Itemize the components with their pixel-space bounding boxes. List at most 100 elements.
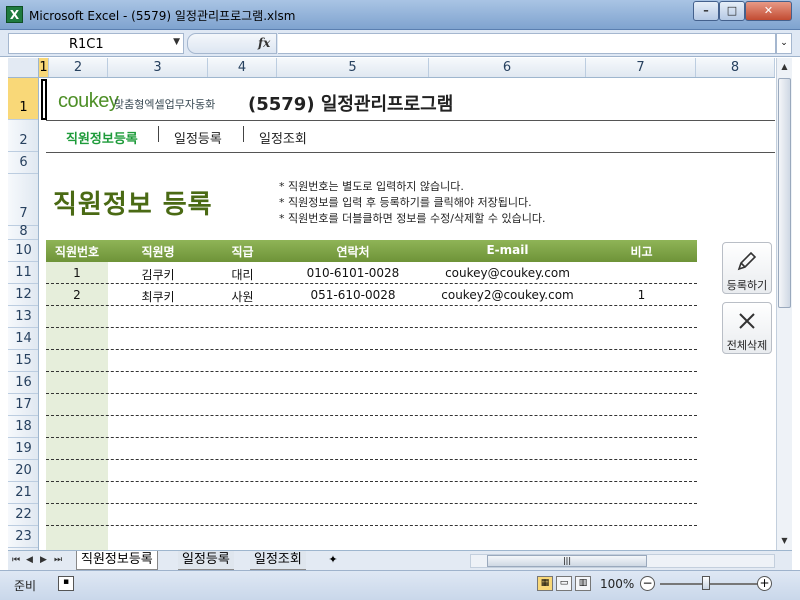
zoom-in-icon[interactable]: +	[757, 576, 772, 591]
insert-sheet-icon[interactable]: ✦	[324, 553, 342, 568]
nav-schedule-register[interactable]: 일정등록	[174, 128, 222, 147]
insert-function-icon[interactable]: fx	[258, 36, 270, 50]
row-header[interactable]: 17	[8, 394, 38, 416]
cell-employee-id[interactable]: 2	[46, 288, 108, 302]
first-sheet-icon[interactable]: ⏮	[12, 555, 20, 565]
horizontal-scrollbar[interactable]: |||	[470, 554, 775, 568]
column-header[interactable]: 2	[49, 58, 108, 77]
select-all-corner[interactable]	[8, 58, 39, 78]
delete-all-button[interactable]: 전체삭제	[722, 302, 772, 354]
empty-table-row[interactable]	[46, 482, 697, 504]
nav-separator	[158, 126, 159, 142]
column-header[interactable]: 6	[429, 58, 586, 77]
row-header[interactable]: 21	[8, 482, 38, 504]
title-bar: X Microsoft Excel - (5579) 일정관리프로그램.xlsm…	[0, 0, 800, 30]
expand-formula-bar-icon[interactable]: ⌄	[776, 33, 792, 54]
empty-table-row[interactable]	[46, 328, 697, 350]
row-header[interactable]: 11	[8, 262, 38, 284]
note-line: * 직원번호를 더블클하면 정보를 수정/삭제할 수 있습니다.	[279, 212, 546, 225]
empty-table-row[interactable]	[46, 372, 697, 394]
last-sheet-icon[interactable]: ⏭	[54, 555, 62, 565]
note-line: * 직원번호는 별도로 입력하지 않습니다.	[279, 180, 464, 193]
cell-employee-name[interactable]: 최쿠키	[108, 288, 208, 305]
scroll-down-icon[interactable]: ▼	[778, 534, 791, 548]
empty-table-row[interactable]	[46, 394, 697, 416]
vertical-scrollbar[interactable]: ▲ ▼	[776, 58, 792, 550]
cell-email[interactable]: coukey@coukey.com	[429, 266, 586, 280]
row-header[interactable]: 13	[8, 306, 38, 328]
page-break-view-icon[interactable]: ▥	[575, 576, 591, 591]
cell-contact[interactable]: 051-610-0028	[277, 288, 429, 302]
minimize-button[interactable]: –	[693, 1, 719, 21]
row-header[interactable]: 16	[8, 372, 38, 394]
column-header-remarks: 비고	[630, 245, 653, 259]
register-button[interactable]: 등록하기	[722, 242, 772, 294]
cell-remarks[interactable]: 1	[586, 288, 697, 302]
nav-divider	[46, 152, 775, 153]
row-header[interactable]: 12	[8, 284, 38, 306]
cell-position[interactable]: 대리	[208, 266, 277, 283]
column-header-position: 직급	[231, 245, 254, 259]
cell-position[interactable]: 사원	[208, 288, 277, 305]
column-header[interactable]: 5	[277, 58, 429, 77]
horizontal-scroll-thumb[interactable]: |||	[487, 555, 647, 567]
row-header[interactable]: 15	[8, 350, 38, 372]
column-header[interactable]: 8	[696, 58, 775, 77]
row-header[interactable]: 8	[8, 225, 38, 240]
sheet-tab-schedule-register[interactable]: 일정등록	[178, 551, 234, 570]
empty-table-row[interactable]	[46, 306, 697, 328]
cell-email[interactable]: coukey2@coukey.com	[429, 288, 586, 302]
worksheet[interactable]: coukey 맞춤형엑셀업무자동화 (5579) 일정관리프로그램 직원정보등록…	[40, 78, 775, 550]
cell-employee-id[interactable]: 1	[46, 266, 108, 280]
empty-table-row[interactable]	[46, 438, 697, 460]
x-icon	[723, 309, 771, 339]
column-header[interactable]: 3	[108, 58, 208, 77]
cell-employee-name[interactable]: 김쿠키	[108, 266, 208, 283]
row-header[interactable]: 7	[8, 174, 38, 226]
row-header[interactable]: 18	[8, 416, 38, 438]
zoom-slider-thumb[interactable]	[702, 576, 710, 590]
scroll-up-icon[interactable]: ▲	[778, 60, 791, 74]
row-header[interactable]: 20	[8, 460, 38, 482]
empty-table-row[interactable]	[46, 350, 697, 372]
row-header[interactable]: 22	[8, 504, 38, 526]
row-header[interactable]: 10	[8, 240, 38, 262]
row-header[interactable]: 2	[8, 120, 38, 152]
name-box[interactable]: R1C1 ▼	[8, 33, 184, 54]
zoom-out-icon[interactable]: −	[640, 576, 655, 591]
column-header-email: E-mail	[486, 243, 529, 257]
vertical-scroll-thumb[interactable]	[778, 78, 791, 308]
empty-table-row[interactable]	[46, 460, 697, 482]
row-header[interactable]: 6	[8, 152, 38, 174]
sheet-tab-schedule-view[interactable]: 일정조회	[250, 551, 306, 570]
macro-record-icon[interactable]: ▪	[58, 576, 74, 591]
sheet-tab-employee-register[interactable]: 직원정보등록	[76, 551, 158, 570]
cell-contact[interactable]: 010-6101-0028	[277, 266, 429, 280]
row-header[interactable]: 1	[8, 78, 38, 120]
row-header[interactable]: 19	[8, 438, 38, 460]
column-header[interactable]: 7	[586, 58, 696, 77]
next-sheet-icon[interactable]: ▶	[40, 555, 47, 565]
row-header[interactable]: 14	[8, 328, 38, 350]
table-row[interactable]: 2 최쿠키 사원 051-610-0028 coukey2@coukey.com…	[46, 284, 697, 306]
nav-employee-register[interactable]: 직원정보등록	[66, 128, 138, 147]
active-cell-cursor	[41, 79, 47, 120]
prev-sheet-icon[interactable]: ◀	[26, 555, 33, 565]
column-header[interactable]: 4	[208, 58, 277, 77]
column-header[interactable]: 1	[39, 58, 49, 77]
close-button[interactable]: ✕	[745, 1, 792, 21]
window-title: Microsoft Excel - (5579) 일정관리프로그램.xlsm	[29, 9, 296, 23]
row-header[interactable]: 23	[8, 526, 38, 548]
table-row[interactable]: 1 김쿠키 대리 010-6101-0028 coukey@coukey.com	[46, 262, 697, 284]
empty-table-row[interactable]	[46, 504, 697, 526]
maximize-button[interactable]: □	[719, 1, 745, 21]
normal-view-icon[interactable]: ▦	[537, 576, 553, 591]
nav-schedule-view[interactable]: 일정조회	[259, 128, 307, 147]
empty-table-row[interactable]	[46, 416, 697, 438]
formula-input[interactable]	[278, 33, 776, 54]
zoom-level[interactable]: 100%	[600, 577, 634, 591]
page-layout-view-icon[interactable]: ▭	[556, 576, 572, 591]
note-line: * 직원정보를 입력 후 등록하기를 클릭해야 저장됩니다.	[279, 196, 532, 209]
excel-app-icon[interactable]: X	[6, 6, 23, 23]
chevron-down-icon[interactable]: ▼	[173, 37, 180, 47]
